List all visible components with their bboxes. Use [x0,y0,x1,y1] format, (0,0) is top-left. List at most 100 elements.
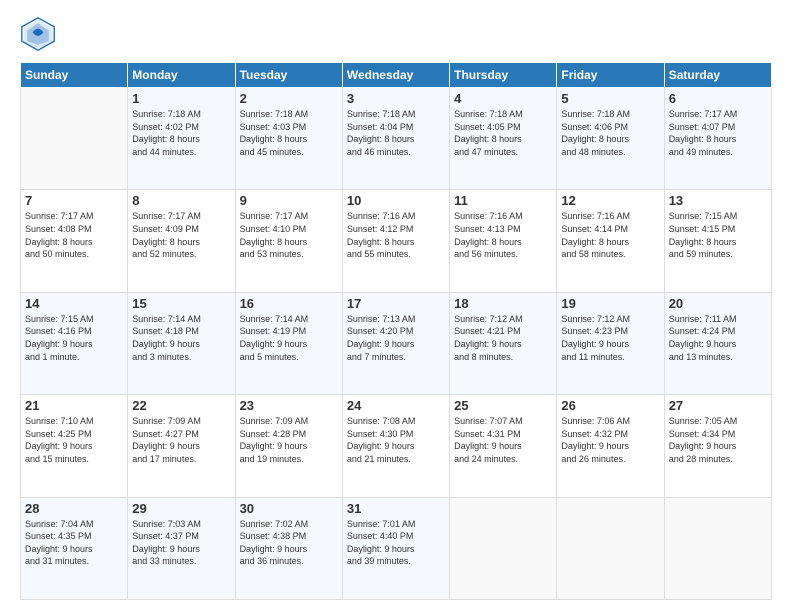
day-number: 15 [132,296,230,311]
day-info: Sunrise: 7:09 AMSunset: 4:28 PMDaylight:… [240,415,338,465]
day-info: Sunrise: 7:12 AMSunset: 4:21 PMDaylight:… [454,313,552,363]
day-number: 28 [25,501,123,516]
day-info: Sunrise: 7:15 AMSunset: 4:16 PMDaylight:… [25,313,123,363]
calendar-cell [557,497,664,599]
day-info: Sunrise: 7:14 AMSunset: 4:19 PMDaylight:… [240,313,338,363]
weekday-header-sunday: Sunday [21,63,128,88]
day-info: Sunrise: 7:17 AMSunset: 4:10 PMDaylight:… [240,210,338,260]
day-number: 5 [561,91,659,106]
day-info: Sunrise: 7:03 AMSunset: 4:37 PMDaylight:… [132,518,230,568]
calendar-cell: 14Sunrise: 7:15 AMSunset: 4:16 PMDayligh… [21,292,128,394]
day-info: Sunrise: 7:18 AMSunset: 4:04 PMDaylight:… [347,108,445,158]
day-info: Sunrise: 7:17 AMSunset: 4:09 PMDaylight:… [132,210,230,260]
day-info: Sunrise: 7:17 AMSunset: 4:07 PMDaylight:… [669,108,767,158]
weekday-row: SundayMondayTuesdayWednesdayThursdayFrid… [21,63,772,88]
day-info: Sunrise: 7:16 AMSunset: 4:12 PMDaylight:… [347,210,445,260]
day-info: Sunrise: 7:04 AMSunset: 4:35 PMDaylight:… [25,518,123,568]
day-info: Sunrise: 7:01 AMSunset: 4:40 PMDaylight:… [347,518,445,568]
day-info: Sunrise: 7:13 AMSunset: 4:20 PMDaylight:… [347,313,445,363]
day-number: 17 [347,296,445,311]
calendar-cell: 18 Sunrise: 7:12 AMSunset: 4:21 PMDayligh… [450,292,557,394]
day-number: 25 [454,398,552,413]
weekday-header-saturday: Saturday [664,63,771,88]
weekday-header-monday: Monday [128,63,235,88]
weekday-header-tuesday: Tuesday [235,63,342,88]
calendar-cell: 8 Sunrise: 7:17 AMSunset: 4:09 PMDaylight… [128,190,235,292]
week-row-2: 7 Sunrise: 7:17 AMSunset: 4:08 PMDaylight… [21,190,772,292]
calendar-cell: 4 Sunrise: 7:18 AMSunset: 4:05 PMDaylight… [450,88,557,190]
calendar-cell: 24 Sunrise: 7:08 AMSunset: 4:30 PMDayligh… [342,395,449,497]
day-number: 7 [25,193,123,208]
calendar-cell: 31 Sunrise: 7:01 AMSunset: 4:40 PMDayligh… [342,497,449,599]
day-number: 11 [454,193,552,208]
week-row-1: 1Sunrise: 7:18 AMSunset: 4:02 PMDaylight… [21,88,772,190]
day-number: 8 [132,193,230,208]
calendar-cell: 15 Sunrise: 7:14 AMSunset: 4:18 PMDayligh… [128,292,235,394]
day-number: 4 [454,91,552,106]
day-number: 1 [132,91,230,106]
day-number: 10 [347,193,445,208]
day-number: 3 [347,91,445,106]
day-info: Sunrise: 7:18 AMSunset: 4:06 PMDaylight:… [561,108,659,158]
calendar-cell: 1Sunrise: 7:18 AMSunset: 4:02 PMDaylight… [128,88,235,190]
day-info: Sunrise: 7:17 AMSunset: 4:08 PMDaylight:… [25,210,123,260]
day-info: Sunrise: 7:15 AMSunset: 4:15 PMDaylight:… [669,210,767,260]
header [20,16,772,52]
calendar-cell: 21 Sunrise: 7:10 AMSunset: 4:25 PMDayligh… [21,395,128,497]
day-number: 24 [347,398,445,413]
day-info: Sunrise: 7:18 AMSunset: 4:05 PMDaylight:… [454,108,552,158]
day-number: 18 [454,296,552,311]
day-info: Sunrise: 7:06 AMSunset: 4:32 PMDaylight:… [561,415,659,465]
calendar-cell: 30 Sunrise: 7:02 AMSunset: 4:38 PMDayligh… [235,497,342,599]
calendar-cell [450,497,557,599]
calendar-cell: 10 Sunrise: 7:16 AMSunset: 4:12 PMDayligh… [342,190,449,292]
calendar-cell: 20 Sunrise: 7:11 AMSunset: 4:24 PMDayligh… [664,292,771,394]
day-number: 19 [561,296,659,311]
calendar-cell: 13Sunrise: 7:15 AMSunset: 4:15 PMDayligh… [664,190,771,292]
day-info: Sunrise: 7:11 AMSunset: 4:24 PMDaylight:… [669,313,767,363]
day-number: 27 [669,398,767,413]
page: SundayMondayTuesdayWednesdayThursdayFrid… [0,0,792,612]
calendar-cell: 25 Sunrise: 7:07 AMSunset: 4:31 PMDayligh… [450,395,557,497]
calendar-cell: 7 Sunrise: 7:17 AMSunset: 4:08 PMDaylight… [21,190,128,292]
day-number: 30 [240,501,338,516]
day-number: 31 [347,501,445,516]
day-info: Sunrise: 7:16 AMSunset: 4:14 PMDaylight:… [561,210,659,260]
day-info: Sunrise: 7:07 AMSunset: 4:31 PMDaylight:… [454,415,552,465]
day-number: 26 [561,398,659,413]
week-row-3: 14Sunrise: 7:15 AMSunset: 4:16 PMDayligh… [21,292,772,394]
calendar-cell: 5 Sunrise: 7:18 AMSunset: 4:06 PMDaylight… [557,88,664,190]
calendar-cell: 17 Sunrise: 7:13 AMSunset: 4:20 PMDayligh… [342,292,449,394]
calendar-cell: 2Sunrise: 7:18 AMSunset: 4:03 PMDaylight… [235,88,342,190]
day-number: 9 [240,193,338,208]
weekday-header-thursday: Thursday [450,63,557,88]
calendar-cell: 16 Sunrise: 7:14 AMSunset: 4:19 PMDayligh… [235,292,342,394]
day-info: Sunrise: 7:14 AMSunset: 4:18 PMDaylight:… [132,313,230,363]
calendar-cell: 19 Sunrise: 7:12 AMSunset: 4:23 PMDayligh… [557,292,664,394]
calendar-cell: 9 Sunrise: 7:17 AMSunset: 4:10 PMDaylight… [235,190,342,292]
day-info: Sunrise: 7:02 AMSunset: 4:38 PMDaylight:… [240,518,338,568]
day-info: Sunrise: 7:09 AMSunset: 4:27 PMDaylight:… [132,415,230,465]
day-info: Sunrise: 7:10 AMSunset: 4:25 PMDaylight:… [25,415,123,465]
calendar-cell: 12 Sunrise: 7:16 AMSunset: 4:14 PMDayligh… [557,190,664,292]
weekday-header-friday: Friday [557,63,664,88]
calendar-cell: 28 Sunrise: 7:04 AMSunset: 4:35 PMDayligh… [21,497,128,599]
day-number: 16 [240,296,338,311]
week-row-4: 21 Sunrise: 7:10 AMSunset: 4:25 PMDayligh… [21,395,772,497]
day-info: Sunrise: 7:05 AMSunset: 4:34 PMDaylight:… [669,415,767,465]
calendar-cell [664,497,771,599]
day-info: Sunrise: 7:12 AMSunset: 4:23 PMDaylight:… [561,313,659,363]
day-number: 12 [561,193,659,208]
day-number: 21 [25,398,123,413]
calendar-cell: 29 Sunrise: 7:03 AMSunset: 4:37 PMDayligh… [128,497,235,599]
calendar-cell: 23Sunrise: 7:09 AMSunset: 4:28 PMDayligh… [235,395,342,497]
day-number: 29 [132,501,230,516]
calendar-cell: 26 Sunrise: 7:06 AMSunset: 4:32 PMDayligh… [557,395,664,497]
day-number: 22 [132,398,230,413]
week-row-5: 28 Sunrise: 7:04 AMSunset: 4:35 PMDayligh… [21,497,772,599]
day-number: 2 [240,91,338,106]
logo-icon [20,16,56,52]
day-number: 20 [669,296,767,311]
day-info: Sunrise: 7:08 AMSunset: 4:30 PMDaylight:… [347,415,445,465]
day-info: Sunrise: 7:16 AMSunset: 4:13 PMDaylight:… [454,210,552,260]
